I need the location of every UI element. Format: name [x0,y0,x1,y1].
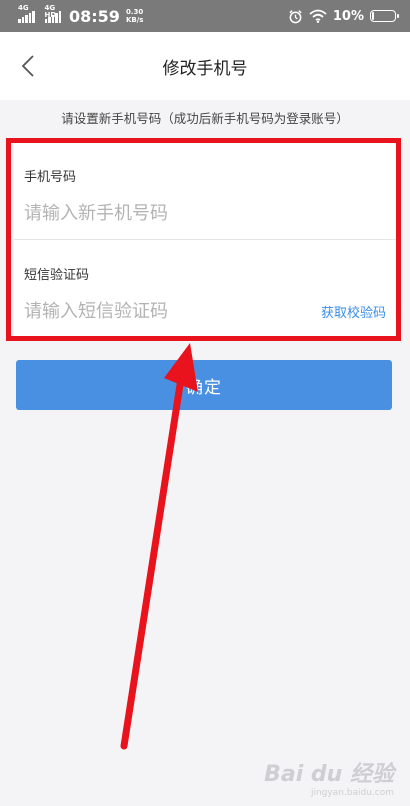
speed-unit: KB/s [125,16,144,24]
code-label: 短信验证码 [24,268,90,283]
watermark-logo: Bai du 经验 [264,762,394,787]
code-input[interactable] [24,296,304,326]
status-time: 08:59 [69,6,120,26]
battery-icon [370,10,399,22]
wifi-icon [309,9,327,23]
phone-input[interactable] [24,198,304,228]
alarm-icon [289,9,302,23]
battery-percent: 10% [332,8,364,24]
status-right: 10% [288,8,399,24]
watermark: Bai du 经验 jingyan.baidu.com [264,756,394,798]
code-row: 短信验证码 获取校验码 [14,240,396,338]
get-code-button[interactable]: 获取校验码 [321,302,386,321]
speed-value: 0.30 [125,8,144,16]
network-speed: 0.30 KB/s [126,8,143,24]
status-bar: 4G 4G HD 08:59 0.30 KB/s 10% [0,0,410,32]
network-type-1: 4G [18,4,29,12]
network-type-2: 4G HD [44,4,57,19]
status-left: 4G 4G HD 08:59 0.30 KB/s [18,5,143,26]
watermark-site: jingyan.baidu.com [310,788,394,798]
nav-bar: 修改手机号 [0,32,410,100]
battery-fill [372,12,374,20]
phone-row: 手机号码 [14,142,396,240]
page-title: 修改手机号 [162,59,248,79]
signal-icon: 4G [18,5,35,23]
phone-label: 手机号码 [24,170,77,185]
confirm-button[interactable]: 确定 [16,360,392,410]
phone-form: 手机号码 短信验证码 获取校验码 [14,142,396,338]
hint-text: 请设置新手机号码（成功后新手机号码为登录账号） [61,111,349,126]
signal-icon: 4G HD [44,5,61,23]
